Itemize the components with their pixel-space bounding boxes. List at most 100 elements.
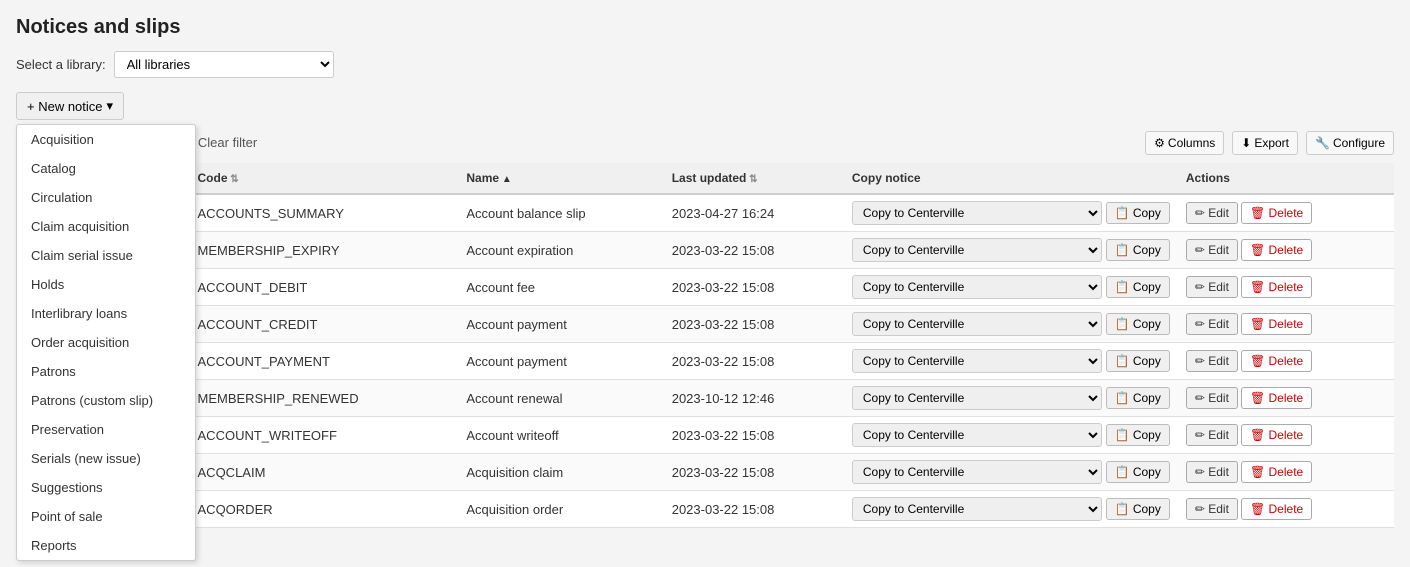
- copy-button[interactable]: 📋Copy: [1106, 202, 1170, 224]
- dropdown-item-circulation[interactable]: Circulation: [17, 183, 195, 212]
- delete-button[interactable]: 🗑 Delete: [1241, 350, 1312, 372]
- delete-button[interactable]: 🗑 Delete: [1241, 424, 1312, 446]
- cell-copy-notice: Copy to Centerville📋Copy: [844, 491, 1178, 528]
- copy-to-select[interactable]: Copy to Centerville: [852, 238, 1102, 262]
- copy-button[interactable]: 📋Copy: [1106, 424, 1170, 446]
- cell-name: Acquisition claim: [458, 454, 663, 491]
- dropdown-item-interlibrary-loans[interactable]: Interlibrary loans: [17, 299, 195, 328]
- new-notice-button[interactable]: + New notice ▾: [16, 92, 124, 120]
- copy-button[interactable]: 📋Copy: [1106, 313, 1170, 335]
- col-code[interactable]: Code: [190, 163, 459, 194]
- library-select[interactable]: All libraries Centerville Main Branch: [114, 51, 334, 78]
- cell-copy-notice: Copy to Centerville📋Copy: [844, 306, 1178, 343]
- cell-code: ACCOUNT_DEBIT: [190, 269, 459, 306]
- copy-label: Copy: [1133, 206, 1161, 220]
- delete-button[interactable]: 🗑 Delete: [1241, 461, 1312, 483]
- dropdown-item-acquisition[interactable]: Acquisition: [17, 125, 195, 154]
- copy-label: Copy: [1133, 502, 1161, 516]
- export-icon: ⬇: [1241, 136, 1251, 150]
- copy-label: Copy: [1133, 465, 1161, 479]
- pencil-icon: ✏: [1195, 206, 1208, 220]
- copy-button[interactable]: 📋Copy: [1106, 387, 1170, 409]
- edit-button[interactable]: ✏ Edit: [1186, 202, 1238, 224]
- table-row: Order acquisitionACQORDERAcquisition ord…: [16, 491, 1394, 528]
- cell-actions: ✏ Edit🗑 Delete: [1178, 232, 1394, 269]
- columns-button[interactable]: ⚙ Columns: [1145, 131, 1224, 155]
- copy-to-select[interactable]: Copy to Centerville: [852, 201, 1102, 225]
- edit-button[interactable]: ✏ Edit: [1186, 313, 1238, 335]
- dropdown-item-reports[interactable]: Reports: [17, 531, 195, 560]
- table-row: nACCOUNT_PAYMENTAccount payment2023-03-2…: [16, 343, 1394, 380]
- table-row: nACCOUNT_DEBITAccount fee2023-03-22 15:0…: [16, 269, 1394, 306]
- pencil-icon: ✏: [1195, 317, 1208, 331]
- copy-button[interactable]: 📋Copy: [1106, 461, 1170, 483]
- dropdown-item-suggestions[interactable]: Suggestions: [17, 473, 195, 502]
- col-name[interactable]: Name: [458, 163, 663, 194]
- dropdown-item-preservation[interactable]: Preservation: [17, 415, 195, 444]
- edit-button[interactable]: ✏ Edit: [1186, 387, 1238, 409]
- delete-button[interactable]: 🗑 Delete: [1241, 498, 1312, 520]
- dropdown-item-claim-acquisition[interactable]: Claim acquisition: [17, 212, 195, 241]
- edit-button[interactable]: ✏ Edit: [1186, 424, 1238, 446]
- dropdown-item-patrons[interactable]: Patrons: [17, 357, 195, 386]
- cell-last-updated: 2023-03-22 15:08: [664, 454, 844, 491]
- library-row: Select a library: All libraries Centervi…: [16, 51, 1394, 78]
- edit-button[interactable]: ✏ Edit: [1186, 461, 1238, 483]
- edit-button[interactable]: ✏ Edit: [1186, 276, 1238, 298]
- dropdown-item-serials-new-issue[interactable]: Serials (new issue): [17, 444, 195, 473]
- notices-table: Module Code Name Last updated Copy notic…: [16, 163, 1394, 528]
- delete-button[interactable]: 🗑 Delete: [1241, 239, 1312, 261]
- copy-to-select[interactable]: Copy to Centerville: [852, 349, 1102, 373]
- copy-button[interactable]: 📋Copy: [1106, 239, 1170, 261]
- cell-name: Account renewal: [458, 380, 663, 417]
- edit-button[interactable]: ✏ Edit: [1186, 350, 1238, 372]
- copy-button[interactable]: 📋Copy: [1106, 350, 1170, 372]
- copy-to-select[interactable]: Copy to Centerville: [852, 386, 1102, 410]
- dropdown-item-patrons-custom-slip[interactable]: Patrons (custom slip): [17, 386, 195, 415]
- cell-copy-notice: Copy to Centerville📋Copy: [844, 343, 1178, 380]
- delete-button[interactable]: 🗑 Delete: [1241, 387, 1312, 409]
- trash-icon: 🗑: [1250, 502, 1269, 516]
- pencil-icon: ✏: [1195, 354, 1208, 368]
- col-actions: Actions: [1178, 163, 1394, 194]
- cell-actions: ✏ Edit🗑 Delete: [1178, 269, 1394, 306]
- copy-to-select[interactable]: Copy to Centerville: [852, 312, 1102, 336]
- cell-code: ACCOUNT_PAYMENT: [190, 343, 459, 380]
- edit-button[interactable]: ✏ Edit: [1186, 498, 1238, 520]
- copy-button[interactable]: 📋Copy: [1106, 498, 1170, 520]
- copy-button[interactable]: 📋Copy: [1106, 276, 1170, 298]
- delete-button[interactable]: 🗑 Delete: [1241, 202, 1312, 224]
- col-last-updated[interactable]: Last updated: [664, 163, 844, 194]
- dropdown-item-claim-serial-issue[interactable]: Claim serial issue: [17, 241, 195, 270]
- delete-button[interactable]: 🗑 Delete: [1241, 313, 1312, 335]
- copy-icon: 📋: [1115, 206, 1130, 220]
- copy-label: Copy: [1133, 317, 1161, 331]
- export-label: Export: [1254, 136, 1289, 150]
- dropdown-item-order-acquisition[interactable]: Order acquisition: [17, 328, 195, 357]
- cell-actions: ✏ Edit🗑 Delete: [1178, 491, 1394, 528]
- cell-last-updated: 2023-10-12 12:46: [664, 380, 844, 417]
- col-copy-notice: Copy notice: [844, 163, 1178, 194]
- copy-to-select[interactable]: Copy to Centerville: [852, 460, 1102, 484]
- delete-button[interactable]: 🗑 Delete: [1241, 276, 1312, 298]
- copy-to-select[interactable]: Copy to Centerville: [852, 275, 1102, 299]
- configure-button[interactable]: 🔧 Configure: [1306, 131, 1394, 155]
- dropdown-arrow-icon: ▾: [107, 98, 114, 114]
- dropdown-item-catalog[interactable]: Catalog: [17, 154, 195, 183]
- trash-icon: 🗑: [1250, 317, 1269, 331]
- edit-button[interactable]: ✏ Edit: [1186, 239, 1238, 261]
- cell-name: Acquisition order: [458, 491, 663, 528]
- cell-actions: ✏ Edit🗑 Delete: [1178, 343, 1394, 380]
- copy-to-select[interactable]: Copy to Centerville: [852, 497, 1102, 521]
- export-button[interactable]: ⬇ Export: [1232, 131, 1298, 155]
- dropdown-item-point-of-sale[interactable]: Point of sale: [17, 502, 195, 531]
- columns-icon: ⚙: [1154, 136, 1165, 150]
- cell-name: Account fee: [458, 269, 663, 306]
- trash-icon: 🗑: [1250, 280, 1269, 294]
- dropdown-item-holds[interactable]: Holds: [17, 270, 195, 299]
- copy-to-select[interactable]: Copy to Centerville: [852, 423, 1102, 447]
- new-notice-label: + New notice: [27, 99, 103, 114]
- pencil-icon: ✏: [1195, 243, 1208, 257]
- table-toolbar: ✕ Clear filter ⚙ Columns ⬇ Export 🔧 Conf…: [16, 130, 1394, 155]
- configure-icon: 🔧: [1315, 136, 1330, 150]
